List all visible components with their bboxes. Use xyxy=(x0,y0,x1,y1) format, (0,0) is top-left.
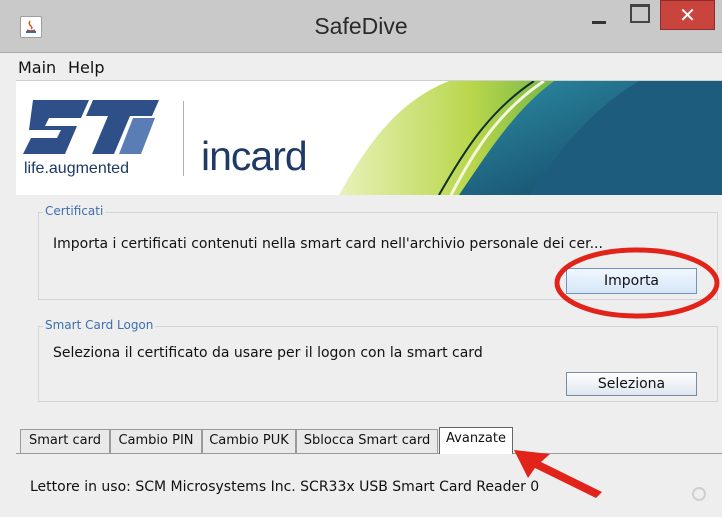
tab-sblocca-smart-card[interactable]: Sblocca Smart card xyxy=(296,429,438,453)
seleziona-button[interactable]: Seleziona xyxy=(566,372,697,396)
menu-help[interactable]: Help xyxy=(68,58,104,77)
close-icon: ✕ xyxy=(679,3,696,27)
menu-bar: Main Help xyxy=(16,53,722,81)
tab-smart-card[interactable]: Smart card xyxy=(20,429,110,453)
minimize-button[interactable] xyxy=(582,0,616,30)
close-button[interactable]: ✕ xyxy=(660,0,715,30)
tab-bar: Smart card Cambio PIN Cambio PUK Sblocca… xyxy=(16,427,722,454)
tab-cambio-puk[interactable]: Cambio PUK xyxy=(202,429,296,453)
title-bar[interactable]: SafeDive ✕ xyxy=(0,0,722,53)
certificati-description: Importa i certificati contenuti nella sm… xyxy=(53,236,603,252)
highlight-ellipse xyxy=(554,247,720,319)
reader-status: Lettore in uso: SCM Microsystems Inc. SC… xyxy=(30,479,540,495)
progress-spinner-icon xyxy=(692,487,706,501)
brand-banner: life.augmented incard xyxy=(16,81,722,195)
logon-title: Smart Card Logon xyxy=(43,318,156,332)
tab-avanzate[interactable]: Avanzate xyxy=(439,427,513,454)
smartcard-logon-group: Smart Card Logon Seleziona il certificat… xyxy=(38,318,718,402)
app-window: SafeDive ✕ Main Help life.augmented inca… xyxy=(0,0,722,517)
tab-cambio-pin[interactable]: Cambio PIN xyxy=(110,429,202,453)
banner-divider xyxy=(183,101,184,176)
swoosh-graphic xyxy=(339,81,722,195)
incard-wordmark: incard xyxy=(201,133,308,179)
tagline: life.augmented xyxy=(24,160,129,177)
certificati-title: Certificati xyxy=(43,204,106,218)
maximize-button[interactable] xyxy=(622,0,656,30)
logon-description: Seleziona il certificato da usare per il… xyxy=(53,345,483,361)
menu-main[interactable]: Main xyxy=(18,58,56,77)
